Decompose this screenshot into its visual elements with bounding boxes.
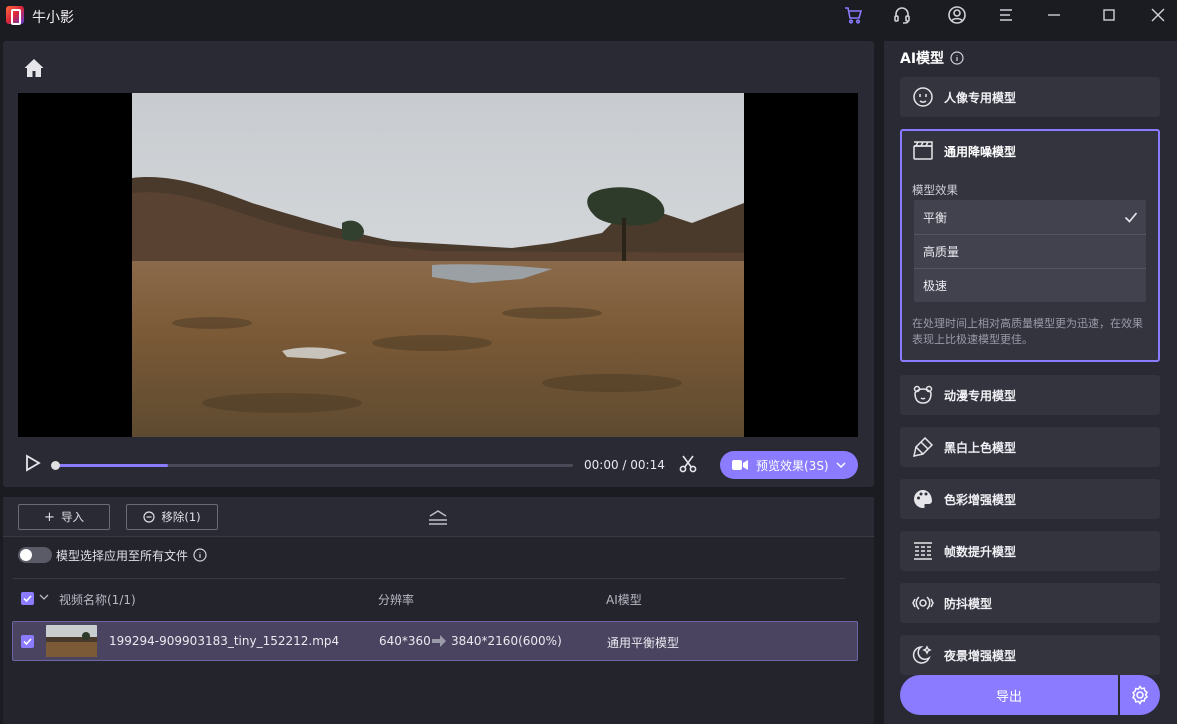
- plus-icon: +: [44, 509, 55, 525]
- headset-icon[interactable]: [890, 4, 914, 26]
- stabilize-icon: [912, 596, 934, 610]
- player-controls: 00:00 / 00:14 预览效果(3S): [18, 449, 858, 479]
- model-card-colorize[interactable]: 黑白上色模型: [900, 427, 1160, 467]
- player-panel: 00:00 / 00:14 预览效果(3S): [3, 41, 874, 487]
- model-label-frame-rate: 帧数提升模型: [944, 544, 1017, 559]
- model-card-frame-rate[interactable]: 帧数提升模型: [900, 531, 1160, 571]
- clapperboard-icon: [913, 141, 933, 160]
- model-description: 在处理时间上相对高质量模型更为迅速，在效果表现上比极速模型更佳。: [912, 317, 1143, 346]
- scissors-icon[interactable]: [678, 454, 698, 474]
- export-button-label: 导出: [995, 689, 1022, 705]
- file-name: 199294-909903183_tiny_152212.mp4: [109, 634, 340, 648]
- video-frame-image: [132, 93, 744, 437]
- import-button[interactable]: + 导入: [18, 504, 110, 530]
- table-header: 视频名称(1/1) 分辨率 AI模型: [13, 578, 845, 616]
- export-button[interactable]: 导出: [900, 675, 1118, 715]
- option-balanced[interactable]: 平衡: [914, 200, 1146, 234]
- column-header-resolution: 分辨率: [378, 593, 415, 607]
- remove-button[interactable]: 移除(1): [126, 504, 218, 530]
- app-title: 牛小影: [32, 10, 74, 26]
- ai-model-title: AI模型: [900, 48, 964, 68]
- frame-rate-icon: [914, 542, 932, 560]
- model-card-portrait[interactable]: 人像专用模型: [900, 77, 1160, 117]
- file-toolbar: + 导入 移除(1): [3, 497, 874, 537]
- export-settings-button[interactable]: [1120, 675, 1160, 715]
- home-icon[interactable]: [23, 57, 45, 79]
- gear-icon: [1132, 685, 1148, 705]
- column-header-name[interactable]: 视频名称(1/1): [59, 591, 136, 608]
- resolution-source: 640*360: [379, 634, 431, 648]
- remove-circle-icon: [143, 511, 155, 523]
- brush-icon: [913, 436, 934, 457]
- select-all-checkbox[interactable]: [21, 592, 34, 605]
- face-icon: [913, 87, 933, 107]
- column-header-model: AI模型: [606, 593, 642, 607]
- moon-icon: [912, 645, 932, 664]
- model-card-general-expanded[interactable]: 通用降噪模型 模型效果 平衡 高质量 极速 在处理时间上相对高质量模型更为迅速，…: [900, 129, 1160, 362]
- resolution-target: 3840*2160(600%): [451, 634, 562, 648]
- bear-face-icon: [913, 385, 933, 404]
- maximize-icon[interactable]: [1097, 4, 1121, 26]
- file-panel: + 导入 移除(1) 模型选择应用至所有文件 视频名称(1/1) 分辨率 AI模…: [3, 497, 874, 724]
- video-camera-icon: [732, 460, 748, 470]
- model-card-stabilize[interactable]: 防抖模型: [900, 583, 1160, 623]
- model-label-night: 夜景增强模型: [944, 648, 1017, 663]
- row-model-name: 通用平衡模型: [607, 636, 680, 650]
- apply-all-label: 模型选择应用至所有文件: [56, 548, 189, 563]
- cart-icon[interactable]: [841, 4, 865, 26]
- minimize-icon[interactable]: [1042, 4, 1066, 26]
- progress-knob[interactable]: [51, 461, 60, 470]
- arrow-right-icon: [432, 635, 446, 647]
- title-bar: 牛小影: [0, 0, 1177, 31]
- model-label-stabilize: 防抖模型: [944, 596, 993, 611]
- chevron-down-icon[interactable]: [39, 592, 49, 602]
- table-row[interactable]: 199294-909903183_tiny_152212.mp4 640*360…: [12, 621, 858, 661]
- model-effect-label: 模型效果: [912, 183, 958, 197]
- option-label: 平衡: [923, 210, 948, 225]
- model-card-night[interactable]: 夜景增强模型: [900, 635, 1160, 675]
- ai-model-title-text: AI模型: [900, 51, 945, 67]
- collapse-panel-icon[interactable]: [427, 508, 449, 526]
- checkmark-icon: [1124, 212, 1138, 223]
- option-fast[interactable]: 极速: [914, 268, 1146, 302]
- model-card-color-enhance[interactable]: 色彩增强模型: [900, 479, 1160, 519]
- apply-all-toggle[interactable]: [18, 547, 52, 563]
- info-icon[interactable]: [950, 51, 964, 65]
- chevron-down-icon[interactable]: [836, 460, 846, 470]
- row-checkbox[interactable]: [21, 635, 34, 648]
- time-display: 00:00 / 00:14: [584, 458, 665, 472]
- play-icon[interactable]: [22, 453, 42, 473]
- option-label: 极速: [923, 279, 948, 293]
- info-icon[interactable]: [193, 548, 207, 562]
- model-label-general: 通用降噪模型: [944, 144, 1017, 159]
- effect-options-list: 平衡 高质量 极速: [914, 200, 1146, 302]
- progress-fill: [54, 464, 169, 467]
- ai-model-panel: AI模型 人像专用模型 通用降噪模型 模型效果 平衡 高质量 极速 在处理时间上…: [884, 41, 1177, 724]
- apply-all-row: 模型选择应用至所有文件: [18, 545, 207, 565]
- video-thumbnail: [46, 625, 97, 657]
- user-icon[interactable]: [945, 4, 969, 26]
- model-card-general-header[interactable]: 通用降噪模型: [912, 140, 1016, 162]
- model-label-portrait: 人像专用模型: [944, 90, 1017, 105]
- model-card-anime[interactable]: 动漫专用模型: [900, 375, 1160, 415]
- model-label-colorize: 黑白上色模型: [944, 440, 1017, 455]
- palette-icon: [914, 490, 932, 508]
- import-button-label: 导入: [60, 510, 84, 524]
- close-icon[interactable]: [1146, 4, 1170, 26]
- option-label: 高质量: [923, 245, 960, 259]
- model-label-color-enhance: 色彩增强模型: [944, 492, 1017, 507]
- app-logo-icon: [6, 6, 24, 25]
- preview-button-label: 预览效果(3S): [756, 458, 829, 473]
- progress-bar[interactable]: [51, 461, 573, 470]
- video-preview[interactable]: [18, 93, 858, 437]
- model-label-anime: 动漫专用模型: [944, 388, 1017, 403]
- remove-button-label: 移除(1): [161, 510, 201, 524]
- menu-icon[interactable]: [994, 4, 1018, 26]
- option-high-quality[interactable]: 高质量: [914, 234, 1146, 268]
- preview-effect-button[interactable]: 预览效果(3S): [720, 451, 858, 479]
